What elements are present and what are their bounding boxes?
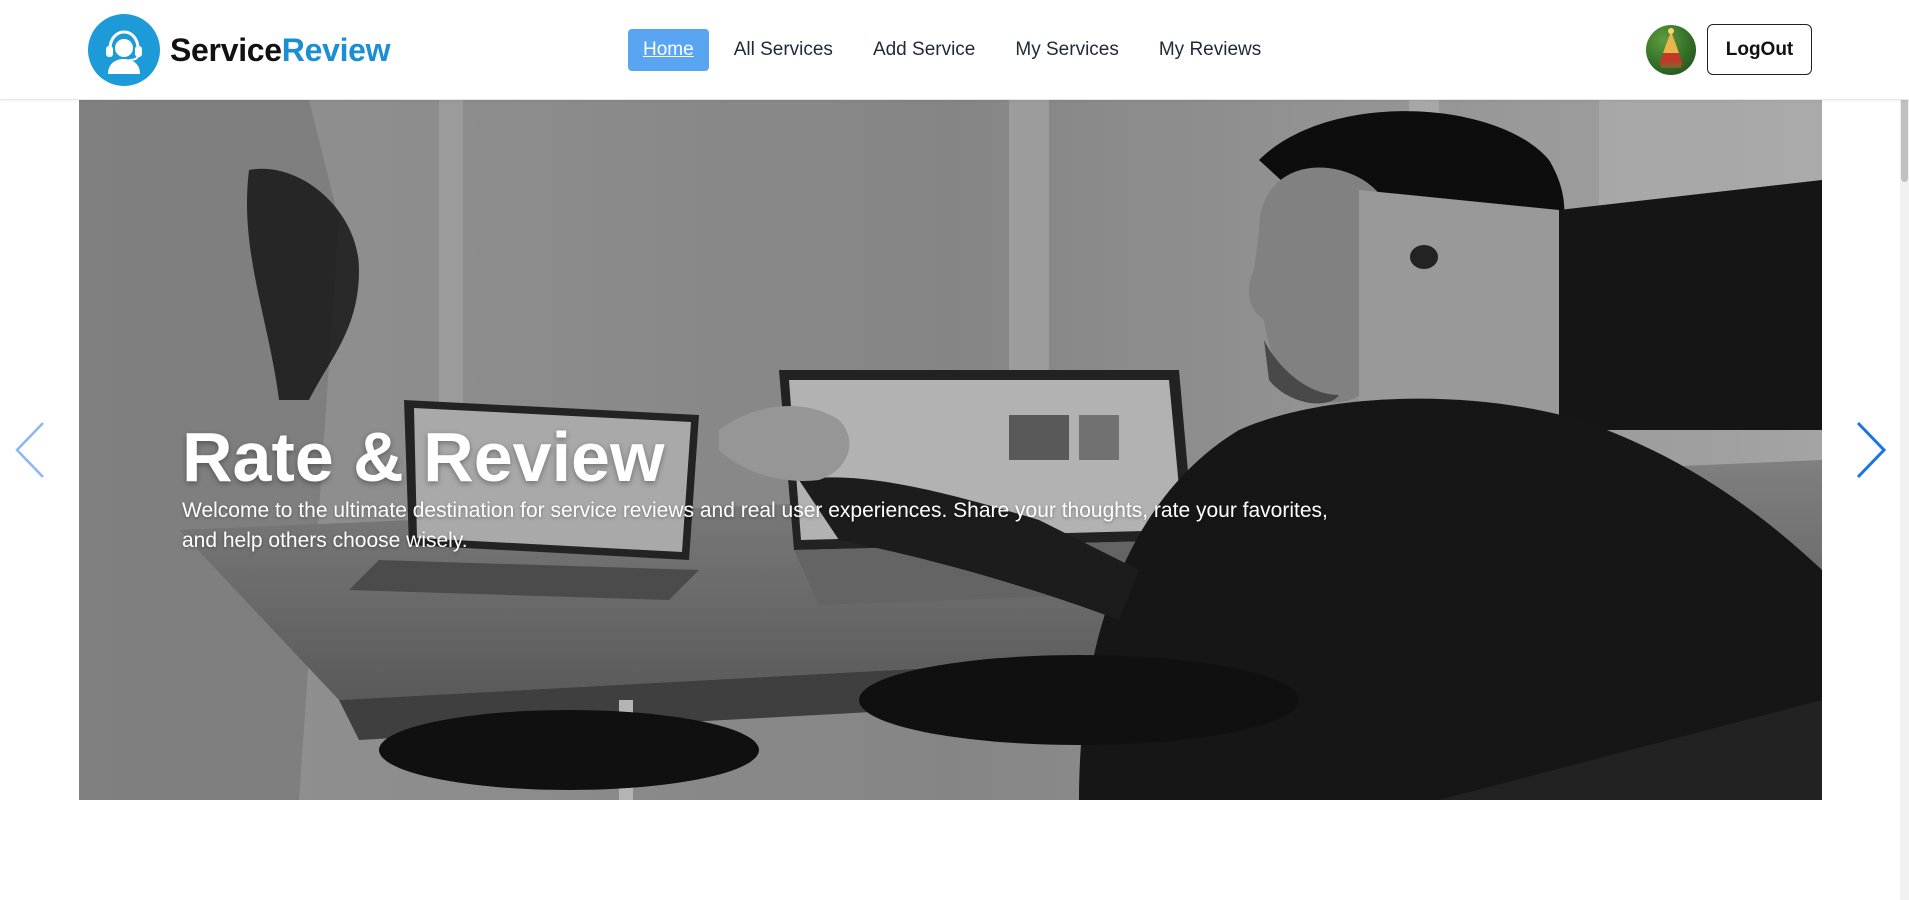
nav-home[interactable]: Home [628, 29, 709, 71]
support-agent-icon [88, 14, 160, 86]
brand-name: ServiceReview [170, 31, 391, 69]
main-nav: Home All Services Add Service My Service… [628, 29, 1286, 71]
nav-my-reviews[interactable]: My Reviews [1144, 29, 1276, 71]
user-avatar[interactable] [1646, 25, 1696, 75]
brand-name-part2: Review [281, 31, 391, 68]
nav-my-services[interactable]: My Services [1000, 29, 1133, 71]
chevron-right-icon [1856, 421, 1887, 479]
slider-next-button[interactable] [1851, 420, 1891, 480]
slide-description: Welcome to the ultimate destination for … [182, 499, 1328, 552]
hero-slider: Rate & Review Welcome to the ultimate de… [0, 100, 1909, 800]
page-scrollbar[interactable] [1900, 0, 1909, 900]
slide-caption: Rate & Review Welcome to the ultimate de… [182, 420, 1362, 556]
logout-button[interactable]: LogOut [1707, 24, 1812, 75]
chevron-left-icon [15, 422, 44, 478]
slider-prev-button[interactable] [10, 420, 50, 480]
slide-title: Rate & Review [182, 418, 665, 496]
nav-all-services[interactable]: All Services [719, 29, 848, 71]
brand-name-part1: Service [170, 31, 282, 68]
nav-add-service[interactable]: Add Service [858, 29, 990, 71]
hero-slide: Rate & Review Welcome to the ultimate de… [79, 100, 1822, 800]
brand-link[interactable]: ServiceReview [88, 14, 391, 86]
site-header: ServiceReview Home All Services Add Serv… [0, 0, 1909, 100]
